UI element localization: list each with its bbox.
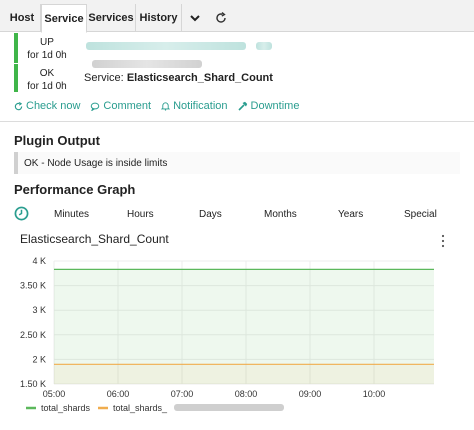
refresh-icon[interactable]	[208, 4, 234, 32]
range-minutes[interactable]: Minutes	[54, 209, 89, 220]
x-tick-label: 08:00	[235, 389, 258, 399]
notification-button[interactable]: Notification	[161, 100, 228, 112]
hammer-icon	[237, 101, 247, 111]
tab-bar: Host Service Services History	[0, 0, 474, 33]
bell-icon	[161, 102, 171, 111]
range-months[interactable]: Months	[264, 209, 297, 220]
check-now-button[interactable]: Check now	[14, 100, 80, 112]
service-name: Elasticsearch_Shard_Count	[126, 72, 273, 84]
divider	[0, 121, 474, 122]
comment-icon	[91, 102, 100, 111]
tab-services[interactable]: Services	[87, 4, 136, 32]
plugin-output-heading: Plugin Output	[14, 133, 100, 148]
host-name-redacted	[86, 37, 386, 68]
tab-host[interactable]: Host	[4, 4, 41, 32]
host-state: UP	[40, 37, 54, 48]
range-years[interactable]: Years	[338, 209, 363, 220]
plugin-output-text: OK - Node Usage is inside limits	[24, 158, 168, 169]
x-tick-label: 10:00	[363, 389, 386, 399]
tab-service[interactable]: Service	[41, 4, 87, 33]
y-tick-label: 3.50 K	[20, 281, 46, 291]
host-duration: for 1d 0h	[27, 50, 67, 61]
check-now-label: Check now	[26, 100, 81, 112]
service-status: OK for 1d 0h	[14, 64, 76, 92]
clock-icon[interactable]	[14, 206, 29, 221]
time-range-bar: Minutes Hours Days Months Years Special	[14, 206, 460, 224]
shard-count-chart: 1.50 K 2 K 2.50 K 3 K 3.50 K 4 K 05:00 06:00 07:…	[20, 256, 434, 413]
x-tick-label: 09:00	[299, 389, 322, 399]
service-duration: for 1d 0h	[27, 81, 67, 92]
performance-graph-heading: Performance Graph	[14, 182, 136, 197]
graph-card: Elasticsearch_Shard_Count 1.50 K2 K 2.50 …	[14, 228, 460, 424]
legend-label: total_shards_	[113, 403, 168, 413]
range-days[interactable]: Days	[199, 209, 222, 220]
host-status: UP for 1d 0h	[14, 33, 76, 63]
service-name-line: Service: Elasticsearch_Shard_Count	[84, 72, 273, 84]
y-tick-label: 3 K	[32, 305, 46, 315]
plugin-output: OK - Node Usage is inside limits	[14, 152, 460, 174]
legend-label-redacted	[174, 404, 284, 411]
comment-label: Comment	[103, 100, 152, 112]
refresh-icon	[14, 101, 23, 110]
tab-history[interactable]: History	[136, 4, 182, 32]
action-bar: Check now Comment Notification Downtime	[14, 99, 299, 113]
comment-button[interactable]: Comment	[90, 100, 151, 112]
y-tick-label: 2 K	[32, 354, 46, 364]
x-tick-label: 06:00	[107, 389, 130, 399]
range-hours[interactable]: Hours	[127, 209, 154, 220]
notification-label: Notification	[173, 100, 228, 112]
x-tick-label: 05:00	[43, 389, 66, 399]
downtime-label: Downtime	[250, 100, 300, 112]
y-tick-label: 2.50 K	[20, 330, 46, 340]
chevron-down-icon[interactable]	[182, 4, 208, 32]
service-prefix: Service:	[84, 72, 124, 84]
downtime-button[interactable]: Downtime	[237, 100, 300, 112]
series-area-total_shards_	[54, 364, 434, 384]
legend-label: total_shards	[41, 403, 91, 413]
y-tick-label: 4 K	[32, 256, 46, 266]
x-tick-label: 07:00	[171, 389, 194, 399]
range-special[interactable]: Special	[404, 209, 437, 220]
service-state: OK	[39, 68, 55, 79]
y-tick-label: 1.50 K	[20, 379, 46, 389]
